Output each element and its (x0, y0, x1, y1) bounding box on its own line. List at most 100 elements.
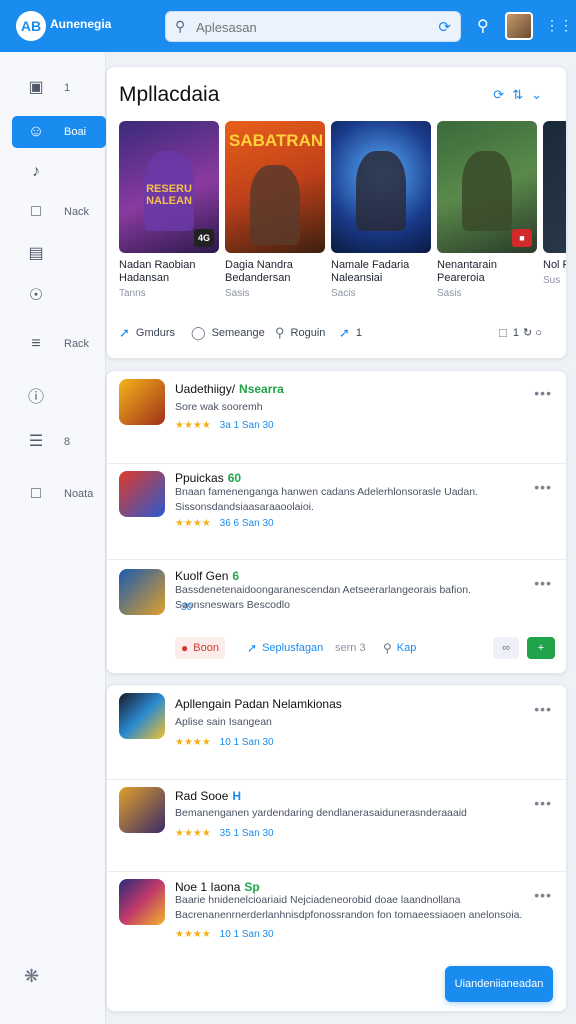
frame-icon: □ (499, 325, 507, 340)
card-controls: ⟳⇅⌄ (493, 87, 550, 103)
app-name: Aunenegia (50, 17, 112, 31)
sidebar-item-nack[interactable]: □ Nack (12, 196, 106, 228)
divider (107, 779, 568, 780)
list-icon: ≡ (31, 335, 41, 352)
game-card[interactable]: SABATRAN Dagia Nandra Bedandersan Sasis (225, 121, 325, 299)
like-button[interactable]: ● Boon (175, 637, 225, 659)
avatar[interactable] (505, 12, 533, 40)
refresh-icon[interactable]: ⟳ (438, 18, 451, 36)
search-bar[interactable]: ⚲ ⟳ (165, 11, 461, 42)
search-icon: ⚲ (175, 18, 186, 34)
list-item-desc: Baarie hnidenelcioariaid Nejciadeneorobi… (175, 894, 523, 921)
game-card[interactable]: ■ Nenantarain Peareroia Sasis (437, 121, 537, 299)
more-options-icon[interactable]: ••• (534, 575, 552, 591)
more-options-icon[interactable]: ••• (534, 701, 552, 717)
game-card[interactable]: Namale Fadaria Naleansiai Sacis (331, 121, 431, 299)
sidebar-item-menu[interactable]: ☰ 8 (12, 426, 106, 458)
game-thumbnail[interactable] (119, 471, 165, 517)
list-item-desc: Bassdenetenaidoongaranescendan Aetseerar… (175, 584, 471, 611)
apps-grid-icon[interactable]: ⋮⋮ (545, 17, 573, 34)
message-icon: □ (31, 485, 41, 502)
game-cover: ■ (437, 121, 537, 253)
rating: 30 (181, 602, 193, 613)
app-logo[interactable]: AB (16, 11, 46, 41)
list-item-desc: Sore wak sooremh (175, 401, 263, 413)
share-button[interactable]: ➚ Seplusfagan (241, 637, 329, 659)
share-icon: ➚ (247, 641, 258, 655)
reply-button[interactable]: ⚲ Kap (377, 637, 422, 659)
list-item-title[interactable]: Rad Sooe H (175, 789, 241, 803)
list-item-desc: Aplise sain Isangean (175, 716, 272, 728)
game-genre: Sasis (225, 288, 250, 299)
list-item-title[interactable]: Noe 1 Iaona Sp (175, 880, 260, 894)
refresh-icon[interactable]: ⟳ (493, 87, 512, 102)
list-item-title[interactable]: Kuolf Gen 6 (175, 569, 239, 583)
sidebar-item-messages[interactable]: □ Noata (12, 478, 106, 510)
list-item-title[interactable]: Apllengain Padan Nelamkionas (175, 697, 342, 711)
platform-badge: ■ (512, 229, 532, 247)
chat-icon: ⚲ (383, 641, 392, 655)
game-card[interactable]: ■ Nol Ran Sus (543, 121, 566, 286)
info-icon: ⓘ (27, 389, 44, 406)
game-thumbnail[interactable] (119, 693, 165, 739)
game-cover: SABATRAN (225, 121, 325, 253)
sidebar-item-stats[interactable]: ▤ (12, 238, 106, 270)
featured-actions: ➚ Gmdurs ◯ Semeange ⚲ Roguin ➚ 1 □ 1 ↻ ○ (119, 325, 559, 345)
sidebar: ▣ 1 ☺ Boai ♪ □ Nack ▤ ☉ ≡ Rack ⓘ ☰ 8 □ N… (0, 52, 106, 1024)
more-options-icon[interactable]: ••• (534, 385, 552, 401)
game-name: Dagia Nandra Bedandersan (225, 259, 293, 284)
chat-icon: ⚲ (275, 325, 285, 340)
platform-badge: 4G (194, 229, 214, 247)
list-item-title[interactable]: Uadethiigy/Nsearra (175, 382, 284, 396)
game-card[interactable]: RESERU NALEAN 4G Nadan Raobian Hadansan … (119, 121, 219, 299)
genres-button[interactable]: ➚ Gmdurs (119, 325, 175, 341)
sort-icon[interactable]: ⇅ (512, 87, 531, 102)
game-genre: Sasis (437, 288, 462, 299)
sidebar-item-profile[interactable]: ☺ Boai (12, 116, 106, 148)
more-options-icon[interactable]: ••• (534, 887, 552, 903)
more-options-icon[interactable]: ••• (534, 479, 552, 495)
region-button[interactable]: ⚲ Roguin (275, 325, 325, 341)
share-icon: ➚ (339, 325, 350, 340)
game-thumbnail[interactable] (119, 879, 165, 925)
game-thumbnail[interactable] (119, 569, 165, 615)
bell-icon: ♪ (32, 163, 40, 180)
add-icon[interactable]: + (527, 637, 555, 659)
list-item-title[interactable]: Ppuickas 60 (175, 471, 241, 485)
rating: ★★★★ 35 1 San 30 (175, 828, 274, 839)
link-icon[interactable]: ∞ (493, 637, 519, 659)
heart-icon: ● (181, 641, 189, 655)
tag-icon: ➚ (119, 325, 130, 340)
sidebar-item-explore[interactable]: ☉ (12, 280, 106, 312)
comment-icon: ◯ (191, 325, 206, 340)
game-name: Nol Ran (543, 259, 566, 271)
menu-icon: ☰ (28, 433, 44, 450)
sidebar-item-bookmark[interactable]: ▣ 1 (12, 72, 106, 104)
sidebar-item-notifications[interactable]: ♪ (12, 156, 106, 188)
search-icon[interactable]: ⚲ (477, 16, 489, 36)
page-indicator[interactable]: □ 1 ↻ ○ (499, 325, 542, 340)
primary-action-button[interactable]: Uiandeniianeadan (445, 966, 553, 1002)
game-name: Nenantarain Peareroia (437, 259, 497, 284)
bookmark-icon: ▣ (28, 79, 44, 96)
chevron-down-icon[interactable]: ⌄ (531, 87, 550, 102)
game-thumbnail[interactable] (119, 787, 165, 833)
sidebar-item-info[interactable]: ⓘ (12, 382, 106, 414)
chart-icon: ▤ (28, 245, 44, 262)
section-title: Mpllacdaia (119, 83, 220, 106)
cover-title: RESERU NALEAN (146, 183, 192, 207)
game-cover: RESERU NALEAN 4G (119, 121, 219, 253)
list-item-desc: Bemanenganen yardendaring dendlanerasaid… (175, 807, 467, 819)
game-thumbnail[interactable] (119, 379, 165, 425)
game-name: Nadan Raobian Hadansan (119, 259, 196, 284)
settings-icon[interactable]: ❋ (24, 966, 39, 987)
more-options-icon[interactable]: ••• (534, 795, 552, 811)
search-input[interactable] (196, 17, 426, 37)
game-genre: Sus (543, 275, 561, 286)
share-button[interactable]: ➚ 1 (339, 325, 362, 341)
sidebar-item-rack[interactable]: ≡ Rack (12, 328, 106, 360)
rating: ★★★★ 36 6 San 30 (175, 518, 274, 529)
comments-button[interactable]: ◯ Semeange (191, 325, 265, 341)
game-list-card: Apllengain Padan Nelamkionas Aplise sain… (106, 684, 568, 1012)
rating: ★★★★ 10 1 San 30 (175, 929, 274, 940)
